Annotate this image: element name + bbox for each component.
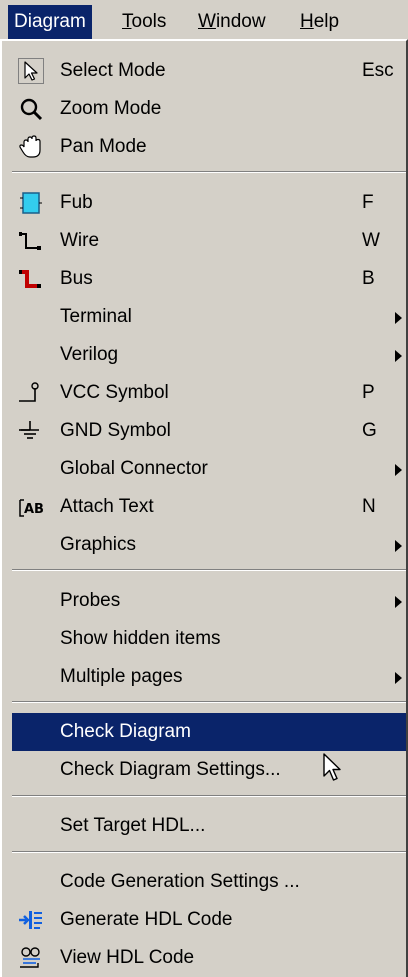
menu-diagram-label: Diagram (14, 11, 86, 32)
menu-item-graphics[interactable]: Graphics (12, 526, 406, 564)
menu-item-label: GND Symbol (60, 420, 171, 441)
menu-item-label: Bus (60, 268, 93, 289)
menu-item-shortcut: W (362, 230, 380, 251)
menu-help[interactable]: Help (294, 5, 345, 39)
menu-item-verilog[interactable]: Verilog (12, 336, 406, 374)
submenu-arrow-icon (395, 312, 402, 324)
hand-icon (19, 135, 41, 158)
menu-item-label: Code Generation Settings ... (60, 871, 300, 892)
menu-help-mnemonic: H (300, 11, 314, 32)
menu-help-label: elp (313, 11, 340, 32)
menu-item-generate-hdl-code[interactable]: Generate HDL Code (12, 901, 406, 939)
menu-item-check-diagram[interactable]: Check Diagram (12, 713, 406, 751)
menu-item-label: Show hidden items (60, 628, 221, 649)
submenu-arrow-icon (395, 464, 402, 476)
menu-item-label: Check Diagram Settings... (60, 759, 281, 780)
menu-item-show-hidden-items[interactable]: Show hidden items (12, 620, 406, 658)
menu-item-label: Wire (60, 230, 100, 251)
menu-window-label: indow (215, 11, 266, 32)
menu-item-probes[interactable]: Probes (12, 582, 406, 620)
view-code-icon (20, 947, 40, 968)
menu-bar: Diagram Tools Window Help (0, 0, 408, 43)
menu-item-bus[interactable]: Bus B (12, 260, 406, 298)
menu-separator (12, 701, 406, 703)
menu-item-pan-mode[interactable]: Pan Mode (12, 128, 406, 166)
menu-item-code-generation-settings[interactable]: Code Generation Settings ... (12, 863, 406, 901)
menu-item-shortcut: B (362, 268, 375, 289)
menu-item-label: Attach Text (60, 496, 154, 517)
menu-item-multiple-pages[interactable]: Multiple pages (12, 658, 406, 696)
menu-item-shortcut: G (362, 420, 377, 441)
menu-item-label: Generate HDL Code (60, 909, 233, 930)
menu-item-shortcut: F (362, 192, 374, 213)
fub-block-icon (20, 192, 42, 214)
menu-item-label: Select Mode (60, 60, 166, 81)
menu-item-zoom-mode[interactable]: Zoom Mode (12, 90, 406, 128)
menu-item-shortcut: P (362, 382, 375, 403)
submenu-arrow-icon (395, 540, 402, 552)
wire-icon (19, 232, 41, 250)
menu-diagram[interactable]: Diagram (8, 5, 92, 39)
menu-item-terminal[interactable]: Terminal (12, 298, 406, 336)
menu-item-label: Probes (60, 590, 121, 611)
menu-item-label: View HDL Code (60, 947, 195, 968)
menu-item-view-hdl-code[interactable]: View HDL Code (12, 939, 406, 977)
menu-tools-label: ools (131, 11, 167, 32)
menu-item-vcc-symbol[interactable]: VCC Symbol P (12, 374, 406, 412)
menu-tools[interactable]: Tools (116, 5, 172, 39)
menu-item-label: VCC Symbol (60, 382, 169, 403)
menu-item-label: Fub (60, 192, 93, 213)
menu-item-label: Terminal (60, 306, 132, 327)
menu-item-wire[interactable]: Wire W (12, 222, 406, 260)
menu-item-label: Verilog (60, 344, 119, 365)
menu-window-mnemonic: W (198, 11, 216, 32)
menu-window[interactable]: Window (192, 5, 272, 39)
diagram-dropdown-menu: Select Mode Esc Zoom Mode Pan Mode Fub F (0, 39, 408, 977)
menu-item-shortcut: N (362, 496, 376, 517)
menu-item-gnd-symbol[interactable]: GND Symbol G (12, 412, 406, 450)
menu-tools-mnemonic: T (122, 11, 132, 32)
menu-item-label: Multiple pages (60, 666, 183, 687)
mouse-pointer-icon (323, 753, 341, 781)
menu-item-fub[interactable]: Fub F (12, 184, 406, 222)
submenu-arrow-icon (395, 596, 402, 608)
menu-separator (12, 795, 406, 797)
menu-separator (12, 851, 406, 853)
arrow-cursor-icon (18, 58, 44, 84)
menu-item-select-mode[interactable]: Select Mode Esc (12, 52, 406, 90)
menu-item-label: Pan Mode (60, 136, 147, 157)
menu-item-attach-text[interactable]: AB Attach Text N (12, 488, 406, 526)
attach-text-icon: AB (19, 499, 44, 517)
submenu-arrow-icon (395, 350, 402, 362)
menu-item-label: Graphics (60, 534, 137, 555)
menu-separator (12, 569, 406, 571)
menu-item-label: Zoom Mode (60, 98, 162, 119)
menu-item-check-diagram-settings[interactable]: Check Diagram Settings... (12, 751, 406, 789)
menu-item-set-target-hdl[interactable]: Set Target HDL... (12, 807, 406, 845)
generate-code-icon (19, 911, 42, 929)
menu-item-label: Global Connector (60, 458, 208, 479)
submenu-arrow-icon (395, 672, 402, 684)
menu-separator (12, 171, 406, 173)
gnd-symbol-icon (19, 421, 39, 439)
menu-item-label: Set Target HDL... (60, 815, 206, 836)
svg-text:AB: AB (24, 502, 44, 517)
vcc-symbol-icon (19, 382, 39, 402)
magnifier-icon (20, 98, 43, 121)
menu-item-global-connector[interactable]: Global Connector (12, 450, 406, 488)
menu-item-shortcut: Esc (362, 60, 394, 81)
menu-item-label: Check Diagram (60, 721, 191, 742)
bus-icon (19, 270, 41, 288)
